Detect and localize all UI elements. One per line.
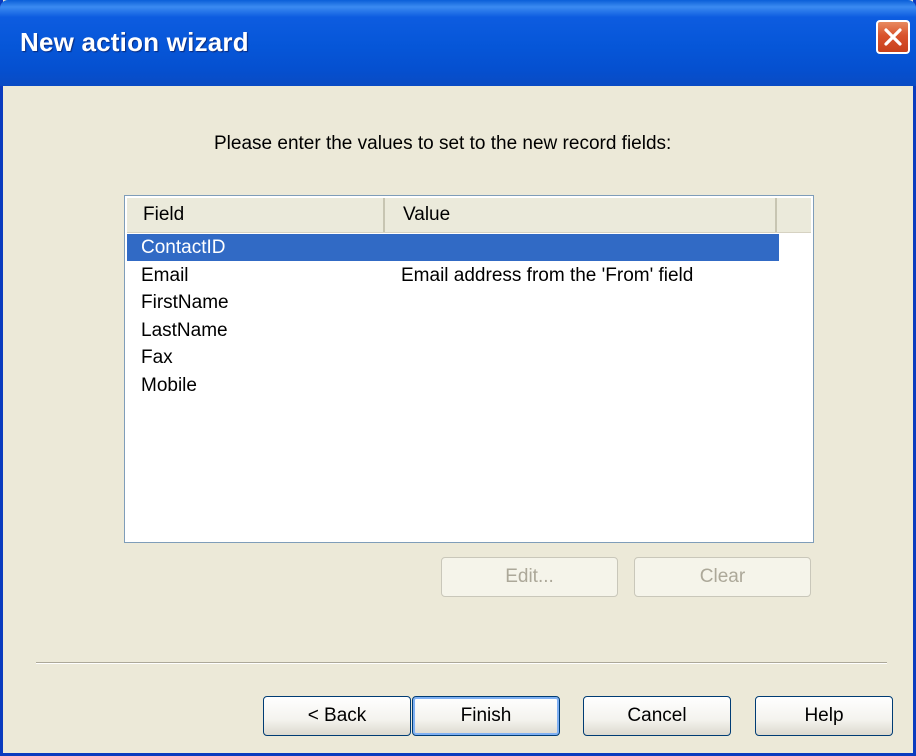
row-field: Email xyxy=(141,264,189,286)
list-row-mobile[interactable]: Mobile xyxy=(127,372,811,400)
fields-list[interactable]: Field Value ContactID Email Email addres… xyxy=(124,195,814,543)
row-field: FirstName xyxy=(141,292,229,314)
back-button[interactable]: < Back xyxy=(263,696,411,736)
close-icon xyxy=(883,27,903,47)
wizard-window: New action wizard Please enter the value… xyxy=(0,0,916,756)
footer-separator xyxy=(36,662,887,664)
title-bar[interactable]: New action wizard xyxy=(0,0,916,86)
row-field: ContactID xyxy=(141,237,226,258)
list-row-email[interactable]: Email Email address from the 'From' fiel… xyxy=(127,262,811,290)
close-button[interactable] xyxy=(876,20,910,54)
list-header: Field Value xyxy=(127,198,811,233)
row-field: Fax xyxy=(141,347,173,369)
column-header-field[interactable]: Field xyxy=(127,198,385,232)
list-row-firstname[interactable]: FirstName xyxy=(127,289,811,317)
window-title: New action wizard xyxy=(20,27,249,57)
finish-button[interactable]: Finish xyxy=(412,696,560,736)
column-header-empty xyxy=(779,198,811,232)
list-row-lastname[interactable]: LastName xyxy=(127,317,811,345)
clear-button[interactable]: Clear xyxy=(634,557,811,597)
instruction-text: Please enter the values to set to the ne… xyxy=(214,133,672,154)
row-field: LastName xyxy=(141,319,228,341)
list-row-fax[interactable]: Fax xyxy=(127,344,811,372)
help-button[interactable]: Help xyxy=(755,696,893,736)
row-value: Email address from the 'From' field xyxy=(401,264,694,286)
cancel-button[interactable]: Cancel xyxy=(583,696,731,736)
edit-button[interactable]: Edit... xyxy=(441,557,618,597)
column-header-value[interactable]: Value xyxy=(387,198,777,232)
list-rows: ContactID Email Email address from the '… xyxy=(127,234,811,400)
row-field: Mobile xyxy=(141,374,197,396)
list-row-contactid[interactable]: ContactID xyxy=(127,234,811,262)
